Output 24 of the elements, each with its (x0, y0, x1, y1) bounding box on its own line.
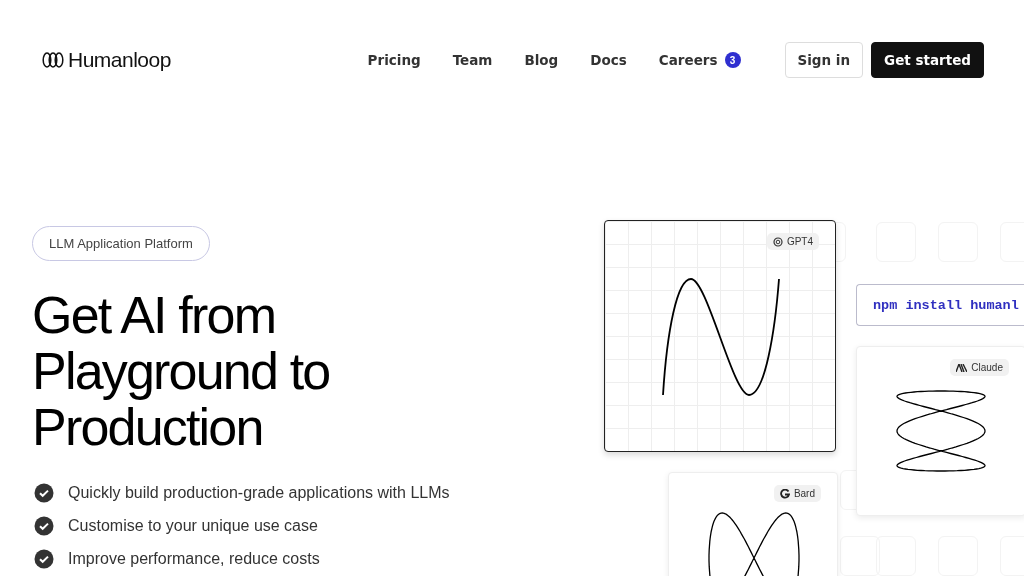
feature-text: Quickly build production-grade applications with LLMs (68, 484, 450, 502)
nav-link[interactable]: Pricing (367, 52, 421, 68)
g-letter-icon (779, 488, 790, 499)
model-label: Bard (793, 488, 815, 499)
knot-icon (772, 236, 783, 247)
model-label: Claude (971, 362, 1003, 373)
count-badge: 3 (724, 52, 741, 68)
nav-link[interactable]: Docs (590, 52, 627, 68)
nav-link[interactable]: Team (452, 52, 493, 68)
hero-heading: Get AI from Playground to Production (32, 287, 331, 455)
logo-icon (42, 52, 64, 68)
sign-in-button[interactable]: Sign in (784, 42, 864, 78)
command-snippet: npm install humanl (856, 284, 1024, 326)
letter-mark-icon (956, 363, 968, 372)
check-circle-icon (34, 516, 54, 536)
nav-link[interactable]: Careers 3 (658, 52, 741, 68)
logo-text: Humanloop (68, 48, 171, 72)
feature-text: Customise to your unique use case (68, 517, 318, 535)
get-started-button[interactable]: Get started (871, 42, 984, 78)
model-label: GPT4 (786, 236, 813, 247)
feature-text: Improve performance, reduce costs (68, 550, 320, 568)
check-circle-icon (34, 549, 54, 569)
check-circle-icon (34, 483, 54, 503)
nav-link[interactable]: Blog (524, 52, 559, 68)
